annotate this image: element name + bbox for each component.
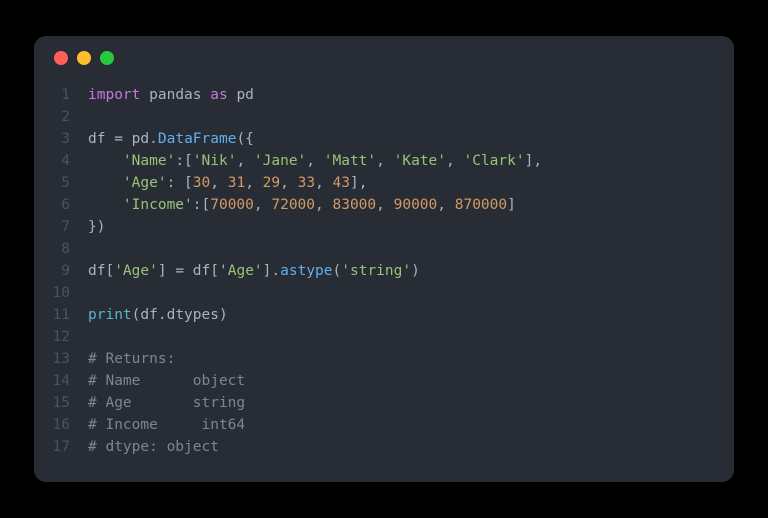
code-line: 4 'Name':['Nik', 'Jane', 'Matt', 'Kate',… bbox=[34, 150, 734, 172]
line-number: 10 bbox=[34, 282, 88, 304]
code-line: 11 print(df.dtypes) bbox=[34, 304, 734, 326]
line-number: 1 bbox=[34, 84, 88, 106]
line-number: 9 bbox=[34, 260, 88, 282]
code-content: # Name object bbox=[88, 370, 245, 392]
code-content: df['Age'] = df['Age'].astype('string') bbox=[88, 260, 420, 282]
code-content: 'Name':['Nik', 'Jane', 'Matt', 'Kate', '… bbox=[88, 150, 542, 172]
code-editor-window: 1 import pandas as pd 2 3 df = pd.DataFr… bbox=[34, 36, 734, 482]
line-number: 5 bbox=[34, 172, 88, 194]
code-content: import pandas as pd bbox=[88, 84, 254, 106]
code-line: 5 'Age': [30, 31, 29, 33, 43], bbox=[34, 172, 734, 194]
code-content: 'Age': [30, 31, 29, 33, 43], bbox=[88, 172, 367, 194]
line-number: 3 bbox=[34, 128, 88, 150]
line-number: 15 bbox=[34, 392, 88, 414]
code-line: 16 # Income int64 bbox=[34, 414, 734, 436]
code-line: 13 # Returns: bbox=[34, 348, 734, 370]
code-line: 8 bbox=[34, 238, 734, 260]
window-titlebar bbox=[34, 36, 734, 80]
code-line: 2 bbox=[34, 106, 734, 128]
code-line: 15 # Age string bbox=[34, 392, 734, 414]
code-content: # dtype: object bbox=[88, 436, 219, 458]
line-number: 4 bbox=[34, 150, 88, 172]
line-number: 17 bbox=[34, 436, 88, 458]
line-number: 11 bbox=[34, 304, 88, 326]
code-line: 1 import pandas as pd bbox=[34, 84, 734, 106]
minimize-icon[interactable] bbox=[77, 51, 91, 65]
line-number: 12 bbox=[34, 326, 88, 348]
line-number: 2 bbox=[34, 106, 88, 128]
close-icon[interactable] bbox=[54, 51, 68, 65]
code-content: # Returns: bbox=[88, 348, 175, 370]
line-number: 6 bbox=[34, 194, 88, 216]
code-line: 14 # Name object bbox=[34, 370, 734, 392]
code-content: df = pd.DataFrame({ bbox=[88, 128, 254, 150]
code-content: }) bbox=[88, 216, 105, 238]
line-number: 14 bbox=[34, 370, 88, 392]
code-line: 12 bbox=[34, 326, 734, 348]
code-content: print(df.dtypes) bbox=[88, 304, 228, 326]
line-number: 16 bbox=[34, 414, 88, 436]
code-line: 9 df['Age'] = df['Age'].astype('string') bbox=[34, 260, 734, 282]
line-number: 13 bbox=[34, 348, 88, 370]
code-line: 10 bbox=[34, 282, 734, 304]
code-content: # Age string bbox=[88, 392, 245, 414]
code-line: 7 }) bbox=[34, 216, 734, 238]
code-content: 'Income':[70000, 72000, 83000, 90000, 87… bbox=[88, 194, 516, 216]
zoom-icon[interactable] bbox=[100, 51, 114, 65]
line-number: 7 bbox=[34, 216, 88, 238]
code-content: # Income int64 bbox=[88, 414, 245, 436]
code-line: 3 df = pd.DataFrame({ bbox=[34, 128, 734, 150]
code-line: 6 'Income':[70000, 72000, 83000, 90000, … bbox=[34, 194, 734, 216]
code-editor[interactable]: 1 import pandas as pd 2 3 df = pd.DataFr… bbox=[34, 80, 734, 458]
line-number: 8 bbox=[34, 238, 88, 260]
code-line: 17 # dtype: object bbox=[34, 436, 734, 458]
